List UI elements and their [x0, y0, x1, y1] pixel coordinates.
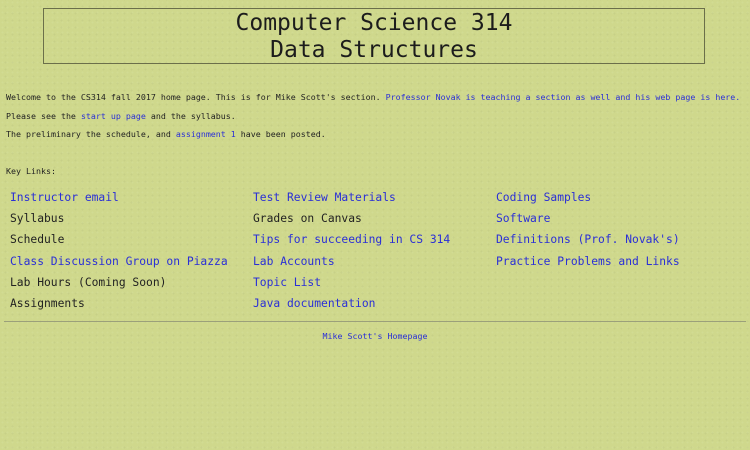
lab-hours-text: Lab Hours (Coming Soon) — [10, 275, 167, 289]
footer: Mike Scott's Homepage — [0, 330, 750, 342]
assignment-1-link[interactable]: assignment 1 — [176, 129, 236, 139]
definitions-link[interactable]: Definitions (Prof. Novak's) — [496, 229, 680, 250]
grades-canvas-text: Grades on Canvas — [253, 212, 362, 226]
intro-see-text: Please see the — [6, 111, 81, 121]
tips-succeeding-link[interactable]: Tips for succeeding in CS 314 — [253, 229, 450, 250]
key-links-column-2: Test Review Materials Grades on Canvas T… — [253, 187, 450, 314]
homepage-link[interactable]: Mike Scott's Homepage — [323, 331, 428, 341]
intro-posted-text: have been posted. — [235, 129, 326, 139]
intro-syllabus-text: and the syllabus. — [145, 111, 236, 121]
intro-schedule-text: The preliminary the schedule, and — [6, 129, 176, 139]
assignments-text: Assignments — [10, 297, 85, 311]
key-links-heading: Key Links: — [6, 166, 56, 176]
syllabus-text: Syllabus — [10, 212, 65, 226]
intro-welcome-text: Welcome to the CS314 fall 2017 home page… — [6, 92, 386, 102]
intro-line-1: Welcome to the CS314 fall 2017 home page… — [6, 91, 740, 103]
intro-line-2: Please see the start up page and the syl… — [6, 110, 236, 122]
page-title-line-2: Data Structures — [270, 37, 478, 63]
topic-list-link[interactable]: Topic List — [253, 272, 450, 293]
software-link[interactable]: Software — [496, 208, 680, 229]
start-up-page-link[interactable]: start up page — [81, 111, 146, 121]
practice-problems-link[interactable]: Practice Problems and Links — [496, 251, 680, 272]
schedule-text: Schedule — [10, 233, 65, 247]
horizontal-divider — [4, 321, 746, 322]
page-title-line-1: Computer Science 314 — [235, 10, 513, 36]
novak-webpage-link[interactable]: Professor Novak is teaching a section as… — [386, 92, 741, 102]
intro-line-3: The preliminary the schedule, and assign… — [6, 128, 326, 140]
key-links-column-3: Coding Samples Software Definitions (Pro… — [496, 187, 680, 272]
test-review-link[interactable]: Test Review Materials — [253, 187, 450, 208]
coding-samples-link[interactable]: Coding Samples — [496, 187, 680, 208]
java-documentation-link[interactable]: Java documentation — [253, 293, 450, 314]
instructor-email-link[interactable]: Instructor email — [10, 187, 228, 208]
lab-accounts-link[interactable]: Lab Accounts — [253, 251, 450, 272]
piazza-discussion-link[interactable]: Class Discussion Group on Piazza — [10, 251, 228, 272]
page-header: Computer Science 314 Data Structures — [43, 8, 705, 64]
key-links-column-1: Instructor email Syllabus Schedule Class… — [10, 187, 228, 314]
